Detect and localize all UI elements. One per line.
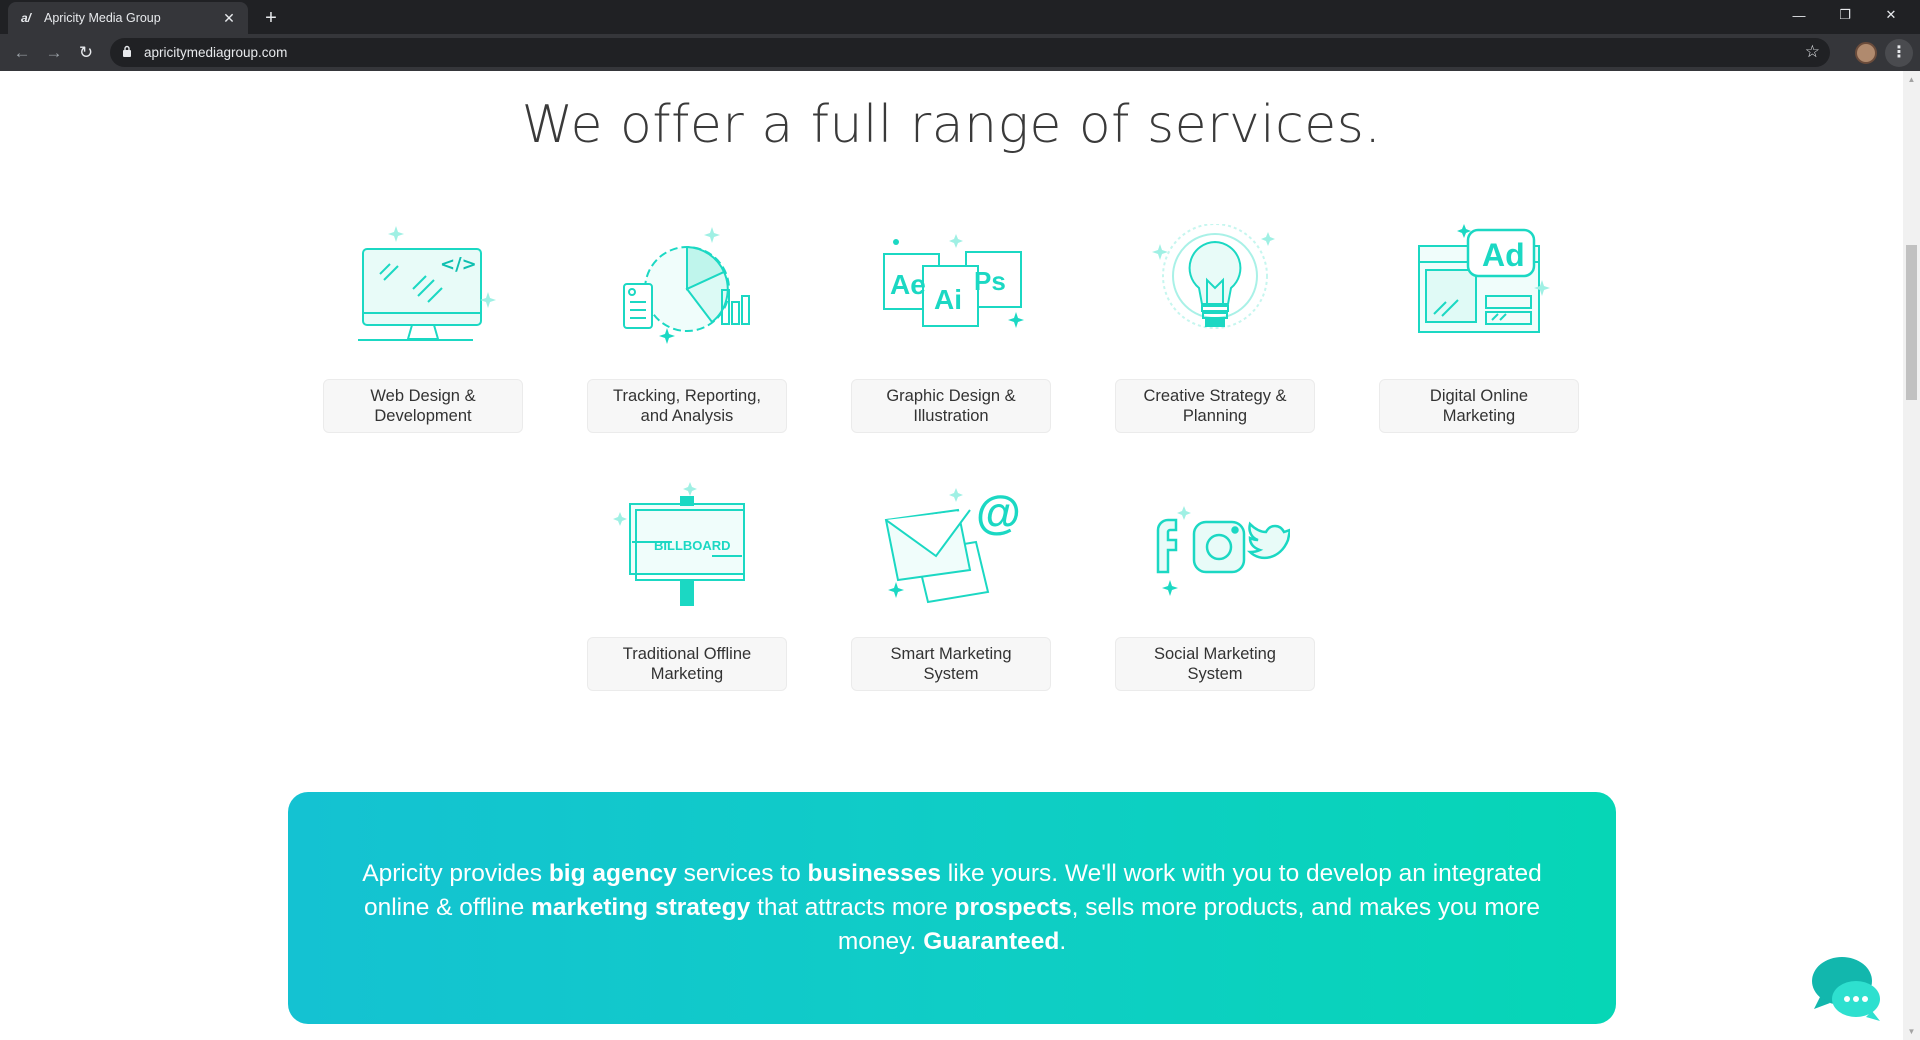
bookmark-star-icon[interactable]: ☆: [1805, 42, 1820, 62]
address-bar[interactable]: apricitymediagroup.com ☆: [110, 38, 1830, 67]
new-tab-button[interactable]: +: [258, 5, 284, 31]
services-heading: We offer a full range of services.: [521, 95, 1382, 155]
browser-chrome: a/ Apricity Media Group ✕ + — ❐ ✕ ← → ↻ …: [0, 0, 1920, 71]
ad-browser-icon: Ad: [1418, 224, 1550, 333]
site-favicon-icon: a/: [20, 11, 31, 25]
tab-title: Apricity Media Group: [44, 11, 161, 25]
billboard-icon: BILLBOARD: [613, 482, 745, 606]
scroll-thumb[interactable]: [1906, 245, 1917, 400]
browser-toolbar: ← → ↻ apricitymediagroup.com ☆ ⋮: [0, 34, 1920, 71]
browser-menu-icon[interactable]: ⋮: [1885, 39, 1913, 67]
svg-text:@: @: [976, 486, 1021, 538]
monitor-code-icon: </>: [358, 226, 496, 341]
value-proposition-banner: Apricity provides big agency services to…: [288, 792, 1616, 1024]
svg-text:</>: </>: [440, 254, 477, 275]
pie-chart-report-icon: [623, 227, 750, 344]
email-at-icon: @: [884, 486, 1021, 604]
svg-text:Ps: Ps: [974, 266, 1006, 296]
tab-close-icon[interactable]: ✕: [220, 10, 238, 27]
social-media-icon: [1156, 506, 1290, 596]
tab-strip: a/ Apricity Media Group ✕ + — ❐ ✕: [0, 0, 1920, 34]
lightbulb-icon: [1152, 224, 1275, 329]
service-label: Graphic Design & Illustration: [851, 379, 1051, 433]
banner-text: Apricity provides big agency services to…: [362, 860, 1542, 955]
window-close-button[interactable]: ✕: [1868, 0, 1914, 30]
reload-icon[interactable]: ↻: [72, 39, 100, 67]
svg-text:Ai: Ai: [934, 284, 962, 315]
service-label: Creative Strategy & Planning: [1115, 379, 1315, 433]
scroll-up-arrow-icon[interactable]: ▲: [1903, 71, 1920, 88]
lock-icon: [122, 45, 136, 60]
service-label: Web Design & Development: [323, 379, 523, 433]
minimize-button[interactable]: —: [1776, 0, 1822, 30]
page-scrollbar[interactable]: ▲ ▼: [1903, 71, 1920, 1040]
browser-tab[interactable]: a/ Apricity Media Group ✕: [8, 2, 248, 34]
back-arrow-icon[interactable]: ←: [8, 39, 36, 67]
service-label: Traditional Offline Marketing: [587, 637, 787, 691]
chat-bubble-icon[interactable]: [1810, 951, 1890, 1031]
adobe-apps-icon: Ae Ps Ai: [883, 234, 1024, 328]
service-label: Smart Marketing System: [851, 637, 1051, 691]
page-viewport: We offer a full range of services. </> W…: [0, 71, 1903, 1040]
scroll-down-arrow-icon[interactable]: ▼: [1903, 1023, 1920, 1040]
url-text: apricitymediagroup.com: [144, 45, 288, 60]
svg-text:Ae: Ae: [890, 269, 926, 300]
service-label: Social Marketing System: [1115, 637, 1315, 691]
restore-button[interactable]: ❐: [1822, 0, 1868, 30]
svg-text:BILLBOARD: BILLBOARD: [654, 538, 731, 553]
service-label: Tracking, Reporting, and Analysis: [587, 379, 787, 433]
service-label: Digital Online Marketing: [1379, 379, 1579, 433]
svg-text:Ad: Ad: [1482, 237, 1525, 273]
profile-avatar[interactable]: [1855, 42, 1877, 64]
forward-arrow-icon[interactable]: →: [40, 39, 68, 67]
